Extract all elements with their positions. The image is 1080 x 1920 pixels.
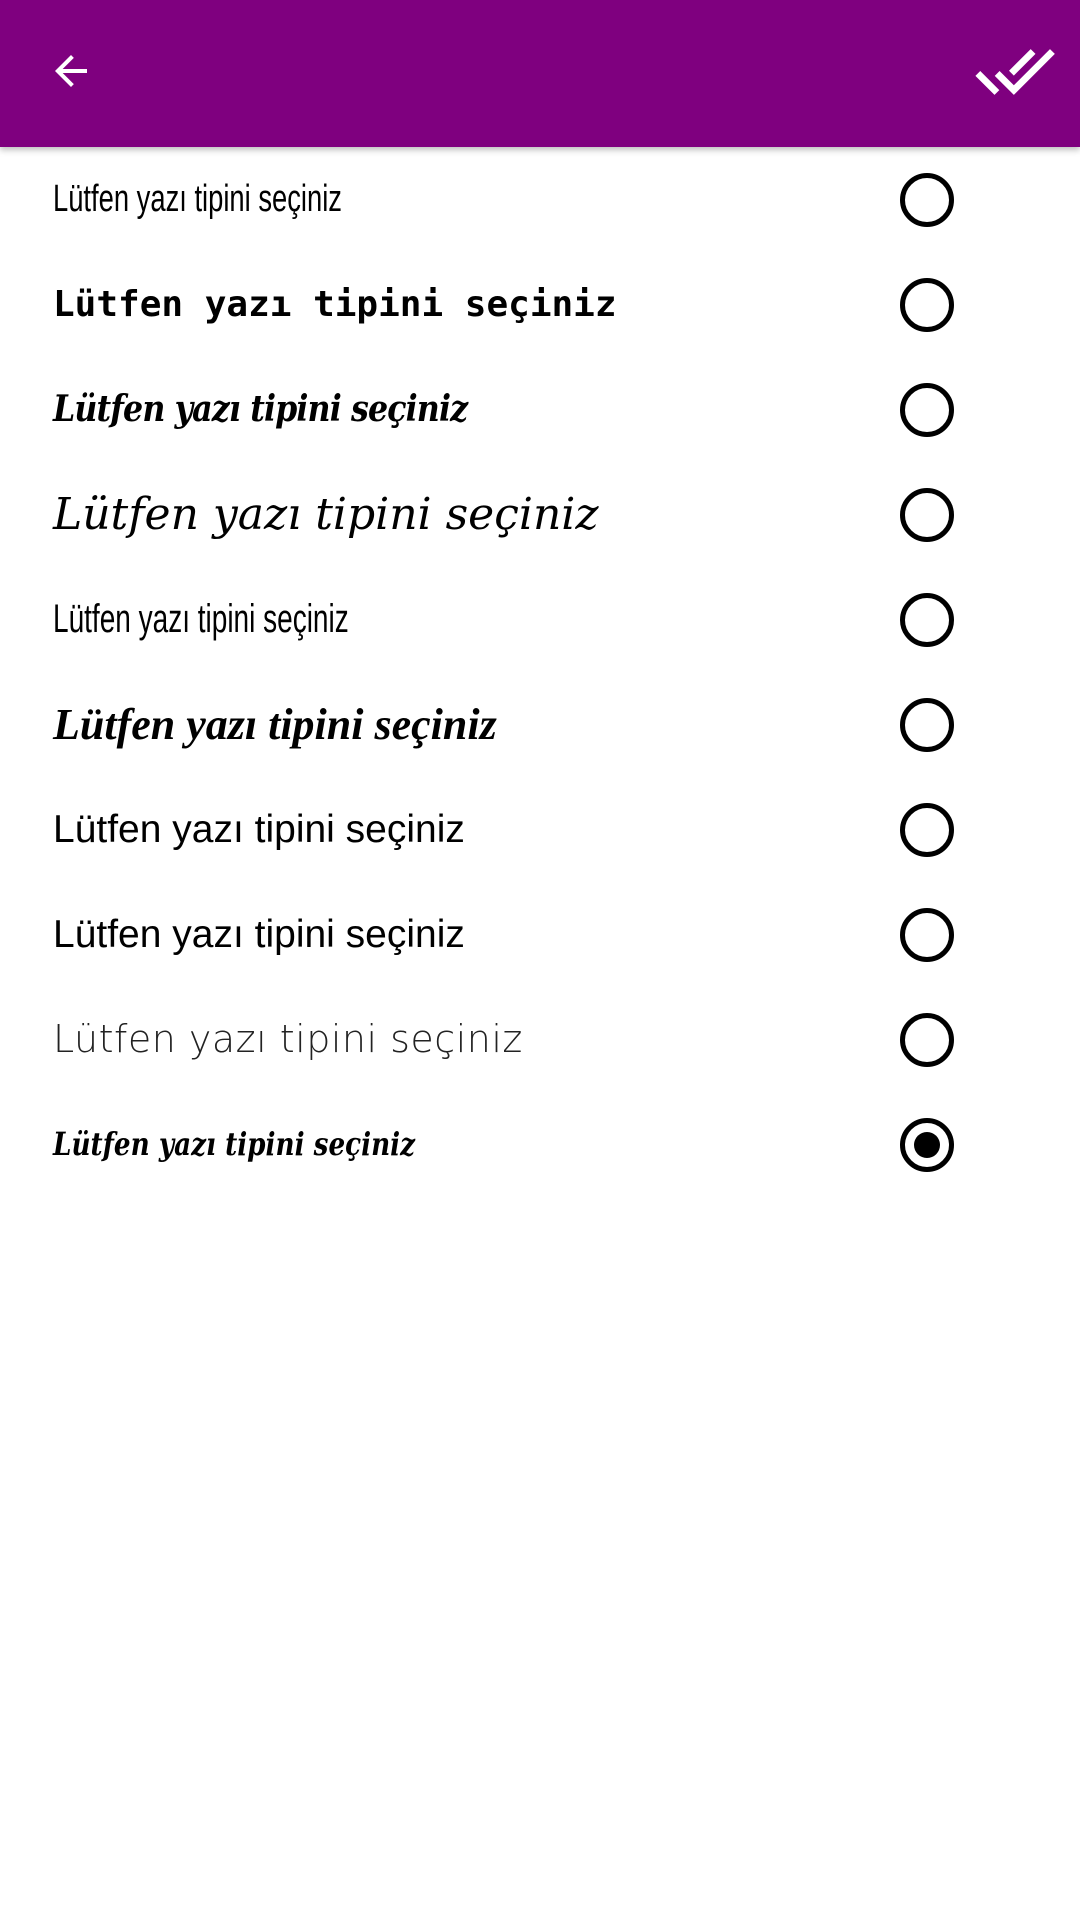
font-picker-screen: Lütfen yazı tipini seçiniz Lütfen yazı t…	[0, 0, 1080, 1920]
font-option-4[interactable]: Lütfen yazı tipini seçiniz	[0, 567, 1080, 672]
font-option-label: Lütfen yazı tipini seçiniz	[53, 597, 349, 641]
radio-button[interactable]	[900, 908, 954, 962]
font-option-3[interactable]: Lütfen yazı tipini seçiniz	[0, 462, 1080, 567]
done-all-icon	[974, 30, 1056, 116]
font-option-label: Lütfen yazı tipini seçiniz	[53, 913, 465, 956]
font-option-label: Lütfen yazı tipini seçiniz	[53, 284, 617, 325]
radio-button-selected[interactable]	[900, 1118, 954, 1172]
font-option-label: Lütfen yazı tipini seçiniz	[53, 489, 599, 540]
font-option-8[interactable]: Lütfen yazı tipini seçiniz	[0, 987, 1080, 1092]
font-option-5[interactable]: Lütfen yazı tipini seçiniz	[0, 672, 1080, 777]
font-option-label: Lütfen yazı tipini seçiniz	[53, 388, 468, 430]
radio-button[interactable]	[900, 383, 954, 437]
font-option-label: Lütfen yazı tipini seçiniz	[53, 1125, 416, 1163]
font-option-7[interactable]: Lütfen yazı tipini seçiniz	[0, 882, 1080, 987]
font-option-1[interactable]: Lütfen yazı tipini seçiniz	[0, 252, 1080, 357]
app-toolbar	[0, 0, 1080, 147]
font-option-label: Lütfen yazı tipini seçiniz	[53, 700, 497, 749]
radio-button[interactable]	[900, 593, 954, 647]
confirm-button[interactable]	[960, 26, 1070, 120]
back-button[interactable]	[24, 26, 118, 120]
radio-button[interactable]	[900, 278, 954, 332]
font-option-0[interactable]: Lütfen yazı tipini seçiniz	[0, 147, 1080, 252]
font-option-label: Lütfen yazı tipini seçiniz	[53, 808, 465, 851]
font-option-9[interactable]: Lütfen yazı tipini seçiniz	[0, 1092, 1080, 1197]
radio-button[interactable]	[900, 698, 954, 752]
radio-selected-dot	[914, 1132, 940, 1158]
arrow-back-icon	[47, 47, 95, 99]
font-option-label: Lütfen yazı tipini seçiniz	[53, 1017, 523, 1061]
font-option-label: Lütfen yazı tipini seçiniz	[53, 178, 342, 220]
radio-button[interactable]	[900, 173, 954, 227]
radio-button[interactable]	[900, 1013, 954, 1067]
font-option-2[interactable]: Lütfen yazı tipini seçiniz	[0, 357, 1080, 462]
font-option-6[interactable]: Lütfen yazı tipini seçiniz	[0, 777, 1080, 882]
radio-button[interactable]	[900, 488, 954, 542]
radio-button[interactable]	[900, 803, 954, 857]
font-option-list: Lütfen yazı tipini seçiniz Lütfen yazı t…	[0, 147, 1080, 1197]
